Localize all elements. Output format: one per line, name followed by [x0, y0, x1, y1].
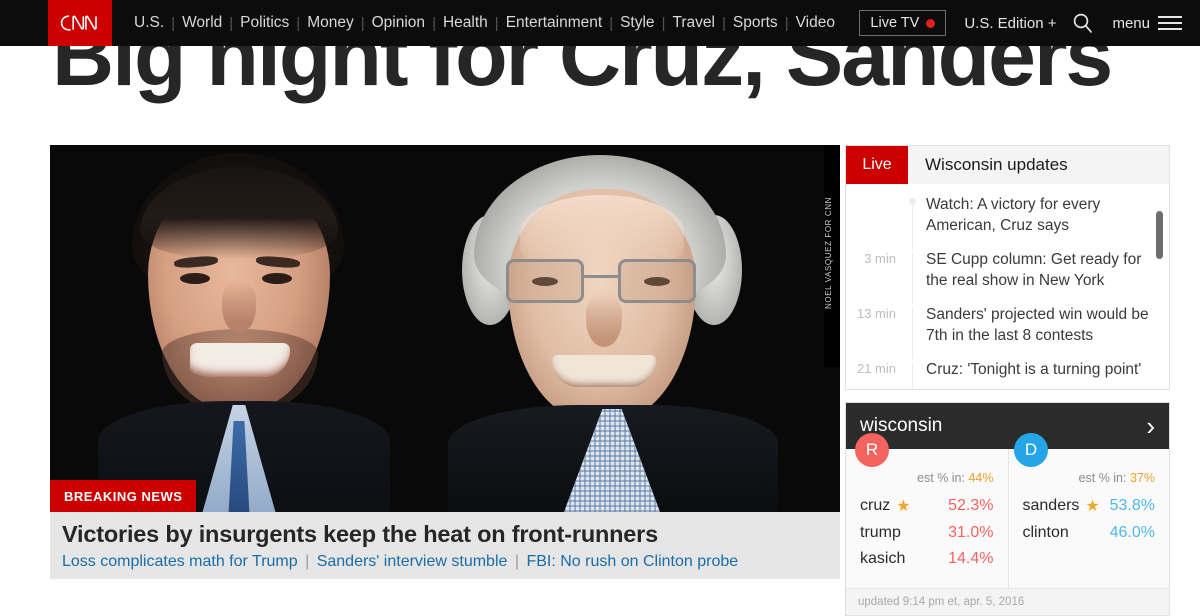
candidate-percent: 46.0% [1109, 524, 1155, 541]
update-headline[interactable]: Sanders' projected win would be 7th in t… [908, 304, 1153, 346]
lead-story[interactable]: NOEL VASQUEZ FOR CNN BREAKING NEWS Victo… [50, 145, 840, 579]
results-header[interactable]: wisconsin › [846, 403, 1169, 449]
live-updates-title: Wisconsin updates [925, 155, 1068, 174]
democrat-reporting: est % in: 37% [1023, 471, 1155, 485]
timeline-line [912, 253, 913, 304]
table-row: trump 31.0% [860, 524, 994, 542]
winner-star-icon: ★ [1085, 498, 1100, 515]
live-updates-header: Live Wisconsin updates [846, 146, 1169, 184]
reporting-value: 37% [1129, 471, 1155, 485]
photo-credit: NOEL VASQUEZ FOR CNN [824, 145, 840, 367]
hamburger-icon [1158, 16, 1182, 30]
nav-item-entertainment[interactable]: Entertainment [499, 13, 610, 33]
live-updates-list[interactable]: Watch: A victory for every American, Cru… [846, 184, 1169, 389]
nav-item-us[interactable]: U.S. [127, 13, 171, 33]
republican-reporting: est % in: 44% [860, 471, 994, 485]
portrait-sanders [448, 155, 778, 512]
main-navigation: U.S. | World | Politics | Money | Opinio… [127, 13, 842, 33]
lead-headline[interactable]: Victories by insurgents keep the heat on… [62, 520, 828, 548]
candidate-name: sanders [1022, 497, 1080, 514]
reporting-label: est % in: [917, 471, 965, 485]
live-tv-button[interactable]: Live TV [859, 10, 947, 36]
nav-item-politics[interactable]: Politics [233, 13, 296, 33]
update-headline[interactable]: SE Cupp column: Get ready for the real s… [908, 249, 1153, 291]
results-columns: est % in: 44% cruz ★ 52.3% trump 31.0% ka… [846, 449, 1169, 588]
republican-results: est % in: 44% cruz ★ 52.3% trump 31.0% ka… [846, 449, 1008, 588]
nav-item-health[interactable]: Health [436, 13, 495, 33]
democrat-badge: D [1014, 433, 1048, 467]
related-link-3[interactable]: FBI: No rush on Clinton probe [526, 553, 738, 570]
scrollbar-thumb[interactable] [1156, 211, 1163, 259]
update-headline[interactable]: Cruz: 'Tonight is a turning point' [908, 359, 1141, 380]
portrait-cruz [92, 153, 392, 512]
lead-photo[interactable]: NOEL VASQUEZ FOR CNN [50, 145, 840, 512]
nav-item-money[interactable]: Money [300, 13, 361, 33]
right-rail: Live Wisconsin updates Watch: A victory … [845, 145, 1170, 616]
lead-caption: Victories by insurgents keep the heat on… [50, 512, 840, 579]
table-row: clinton 46.0% [1023, 524, 1156, 542]
reporting-label: est % in: [1078, 471, 1127, 485]
menu-button[interactable]: menu [1112, 15, 1182, 32]
live-indicator-icon [926, 18, 936, 28]
scrollbar-track[interactable] [1156, 186, 1166, 386]
table-row: sanders ★ 53.8% [1023, 496, 1156, 516]
site-header: U.S. | World | Politics | Money | Opinio… [0, 0, 1200, 46]
search-icon[interactable] [1072, 12, 1094, 34]
winner-star-icon: ★ [896, 498, 911, 515]
nav-item-style[interactable]: Style [613, 13, 661, 33]
link-divider: | [514, 553, 520, 570]
table-row: cruz ★ 52.3% [860, 496, 994, 516]
election-results-card: wisconsin › R D est % in: 44% cruz ★ 52.3… [845, 402, 1170, 616]
candidate-percent: 52.3% [948, 497, 994, 514]
chevron-right-icon[interactable]: › [1146, 413, 1155, 439]
nav-item-opinion[interactable]: Opinion [365, 13, 432, 33]
related-link-1[interactable]: Loss complicates math for Trump [62, 553, 298, 570]
candidate-percent: 53.8% [1109, 497, 1155, 514]
cnn-logo-icon[interactable] [48, 0, 112, 46]
related-link-2[interactable]: Sanders' interview stumble [317, 553, 508, 570]
nav-item-sports[interactable]: Sports [726, 13, 785, 33]
timeline-line [912, 363, 913, 389]
nav-item-video[interactable]: Video [789, 13, 842, 33]
candidate-name: kasich [860, 550, 906, 567]
link-divider: | [305, 553, 310, 570]
edition-selector[interactable]: U.S. Edition + [964, 15, 1056, 32]
list-item[interactable]: 21 min Cruz: 'Tonight is a turning point… [846, 359, 1169, 389]
republican-badge: R [855, 433, 889, 467]
update-headline[interactable]: Watch: A victory for every American, Cru… [908, 194, 1153, 236]
live-updates-card: Live Wisconsin updates Watch: A victory … [845, 145, 1170, 390]
table-row: kasich 14.4% [860, 550, 994, 568]
live-tv-label: Live TV [870, 15, 920, 31]
candidate-percent: 14.4% [948, 550, 994, 567]
timeline-line [912, 198, 913, 249]
update-timestamp: 13 min [856, 306, 896, 321]
header-actions: Live TV U.S. Edition + menu [859, 10, 1182, 36]
candidate-percent: 31.0% [948, 524, 994, 541]
update-timestamp [846, 194, 908, 236]
live-badge: Live [846, 146, 908, 184]
nav-item-world[interactable]: World [175, 13, 229, 33]
candidate-name: trump [860, 524, 901, 541]
list-item[interactable]: 13 min Sanders' projected win would be 7… [846, 304, 1169, 359]
candidate-name: cruz [860, 497, 891, 514]
nav-item-travel[interactable]: Travel [665, 13, 722, 33]
lead-related-links: Loss complicates math for Trump | Sander… [62, 551, 828, 573]
update-timestamp: 3 min [864, 251, 896, 266]
candidate-name: clinton [1022, 524, 1069, 541]
menu-label: menu [1112, 14, 1150, 32]
timeline-line [912, 308, 913, 359]
breaking-news-badge: BREAKING NEWS [50, 480, 197, 513]
democrat-results: est % in: 37% sanders ★ 53.8% clinton 46.… [1007, 449, 1170, 588]
list-item[interactable]: Watch: A victory for every American, Cru… [846, 194, 1169, 249]
reporting-value: 44% [968, 471, 994, 485]
list-item[interactable]: 3 min SE Cupp column: Get ready for the … [846, 249, 1169, 304]
update-timestamp: 21 min [856, 361, 896, 376]
